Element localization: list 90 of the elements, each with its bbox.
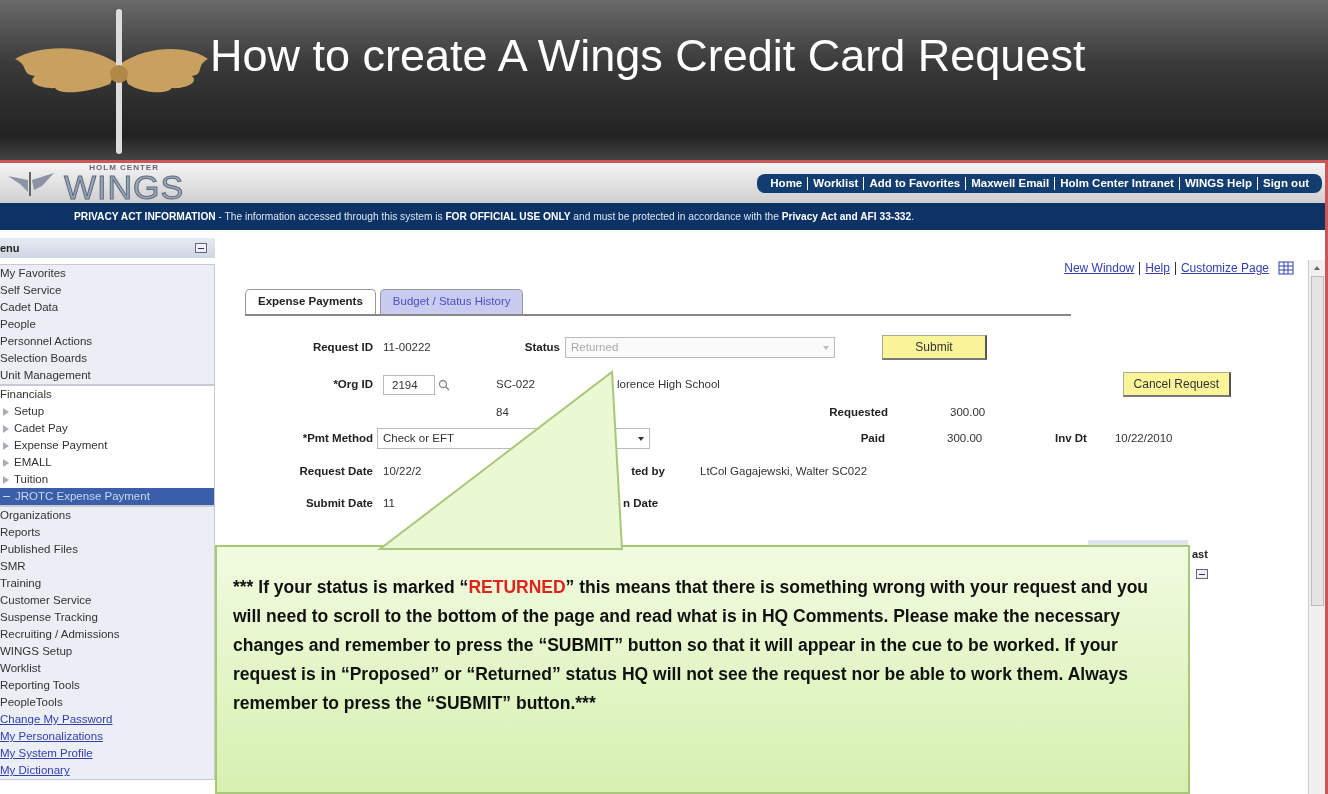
collapse-icon[interactable] [1196,569,1208,579]
sidebar-item[interactable]: Personnel Actions [0,333,214,351]
wings-emblem-icon [6,170,56,196]
scroll-up-icon[interactable] [1314,266,1320,271]
page-link[interactable]: New Window [1059,261,1140,275]
grid-icon[interactable] [1278,261,1294,276]
sidebar-subitem[interactable]: Setup [0,403,214,421]
privacy-notice: PRIVACY ACT INFORMATION - The information accessed through this system is FOR OFFICIAL USE ONLY and must be protected in accordance with the Privacy Act and AFI 33-332. [0,203,1325,231]
sidebar-link[interactable]: Change My Password [0,711,214,729]
field-label: Status [523,339,560,355]
sidebar-item[interactable]: My Favorites [0,265,214,283]
tab[interactable]: Budget / Status History [379,289,524,314]
cancel-request-button[interactable]: Cancel Request [1122,372,1231,398]
field-label: *Pmt Method [301,430,373,446]
field-label: n Date [623,495,659,511]
nav-link[interactable]: Home [765,176,808,190]
field-value: 11-00222 [383,339,432,355]
sidebar-subitem-label: Tuition [14,472,49,488]
sidebar-item[interactable]: Published Files [0,541,214,559]
field-label: Request Date [298,463,373,479]
sidebar-item[interactable]: Suspense Tracking [0,609,214,627]
sidebar-link[interactable]: My System Profile [0,745,214,763]
field-value: 10/22/2 [383,463,423,479]
slide-title: How to create A Wings Credit Card Request [210,29,1086,83]
scroll-thumb[interactable] [1310,276,1324,607]
sidebar-item[interactable]: Reports [0,524,214,542]
sidebar-subitem[interactable]: Cadet Pay [0,420,214,438]
field-label: Paid [859,430,885,446]
field-label: Submit Date [304,495,373,511]
sidebar-item[interactable]: Organizations [0,507,214,525]
nav-link[interactable]: Add to Favorites [863,176,966,190]
sidebar-title: enu [0,241,20,257]
sidebar-item[interactable]: Reporting Tools [0,677,214,695]
org-id-field[interactable]: 2194 [383,374,435,395]
search-icon[interactable] [438,378,450,391]
logo-tagline: HOLM CENTER [89,164,159,172]
caret-icon [638,436,644,441]
status-dropdown: Returned [565,337,835,359]
sidebar-subitem-label: JROTC Expense Payment [15,489,150,505]
field-label: Request ID [311,339,373,355]
field-label: *Org ID [332,376,373,392]
sidebar-item[interactable]: People [0,316,214,334]
collapse-icon[interactable] [195,243,207,254]
field-label: Inv Dt [1055,430,1087,446]
submit-button[interactable]: Submit [882,335,987,361]
sidebar-subitem[interactable]: JROTC Expense Payment [0,488,214,506]
scrollbar[interactable] [1308,260,1325,794]
page-link[interactable]: Help [1139,261,1175,275]
sidebar-subitem-label: Cadet Pay [14,421,68,437]
sidebar-item[interactable]: Self Service [0,282,214,300]
tab[interactable]: Expense Payments [245,289,376,314]
sidebar-subitem-label: Expense Payment [14,438,108,454]
field-value: 300.00 [950,404,986,420]
sidebar-item[interactable]: Recruiting / Admissions [0,626,214,644]
callout-text: *** If your status is marked “RETURNED” this means that there is something wrong with your request and you will need to scroll to the bottom of the page and read what is in HQ Comments. Please make the necessary changes and remember to press the “SUBMIT” button so that it will appear in the cue to be worked. If your request is in “Proposed” or “Returned” status HQ will not see the request nor be able to work them. Always remember to press the “SUBMIT” button.*** [233,576,1150,715]
nav-link[interactable]: Maxwell Email [965,176,1055,190]
sidebar-item[interactable]: Unit Management [0,367,214,385]
dash-icon [3,496,10,498]
field-value: 84 [496,404,510,420]
sidebar-subitem-label: Setup [14,404,45,420]
sidebar-item[interactable]: SMR [0,558,214,576]
nav-link[interactable]: Holm Center Intranet [1054,176,1179,190]
sidebar-subitem[interactable]: Expense Payment [0,437,214,455]
nav-link[interactable]: Sign out [1257,176,1314,190]
field-label: Requested [828,404,888,420]
sidebar-item[interactable]: WINGS Setup [0,643,214,661]
sidebar-subitem-label: EMALL [14,455,52,471]
field-value: 10/22/2010 [1114,430,1173,446]
nav-link[interactable]: Worklist [807,176,864,190]
sidebar-link[interactable]: My Dictionary [0,762,214,780]
sidebar-subitem[interactable]: EMALL [0,454,214,472]
sidebar-item[interactable]: Cadet Data [0,299,214,317]
field-label: ted by [630,463,665,479]
nav-link[interactable]: WINGS Help [1178,176,1257,190]
column-header: ast [1192,547,1208,562]
sidebar-item[interactable]: PeopleTools [0,694,214,712]
field-value: 300.00 [947,430,984,446]
sidebar-item[interactable]: Training [0,575,214,593]
logo-wordmark: WINGS [64,172,185,202]
field-value: SC-022 [496,376,536,392]
sidebar-item[interactable]: Financials [0,386,214,404]
sidebar-link[interactable]: My Personalizations [0,728,214,746]
caret-icon [823,345,829,350]
page-link[interactable]: Customize Page [1174,261,1274,275]
sidebar-item[interactable]: Selection Boards [0,350,214,368]
sidebar-item[interactable]: Worklist [0,660,214,678]
field-value: lorence High School [617,376,720,392]
field-value: LtCol Gagajewski, Walter SC022 [700,463,868,479]
field-value: 11 [383,495,396,511]
sidebar-item[interactable]: Customer Service [0,592,214,610]
